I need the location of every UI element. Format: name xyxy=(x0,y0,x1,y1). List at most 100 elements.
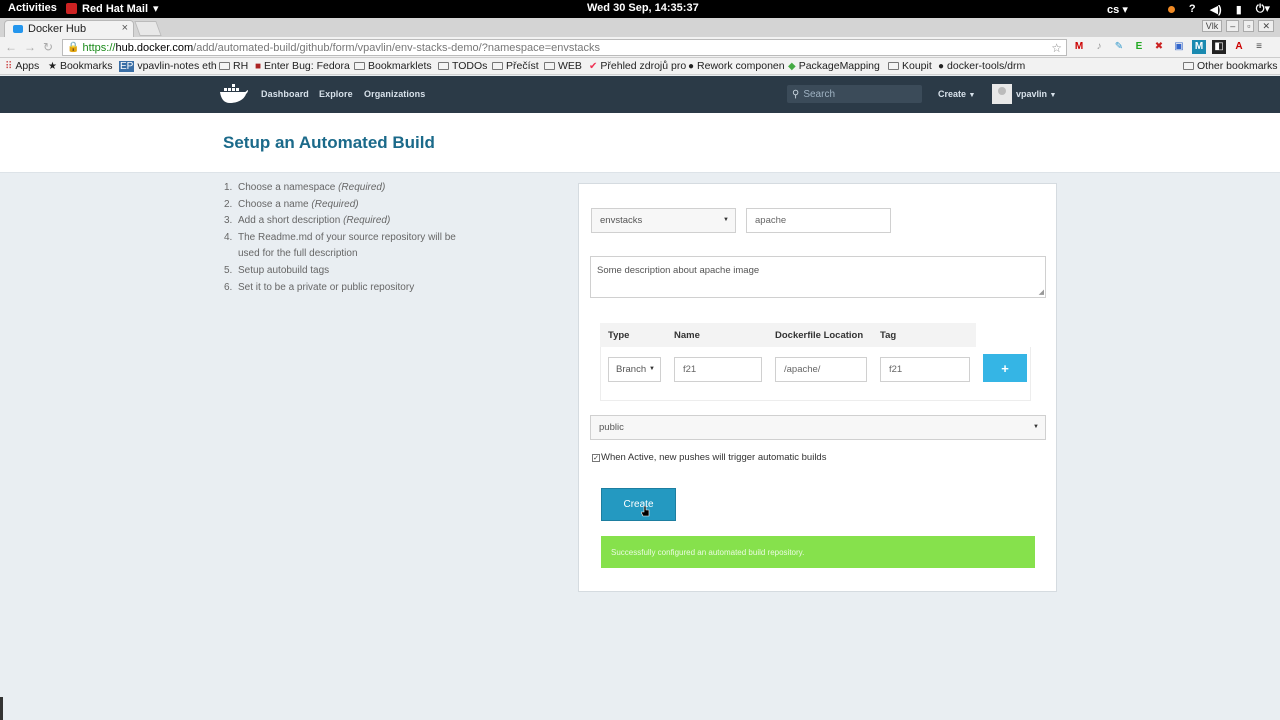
tool-extension-icon[interactable]: ✖ xyxy=(1152,40,1166,54)
bookmark-bookmarklets[interactable]: Bookmarklets xyxy=(354,60,432,72)
step-text: Choose a namespace (Required) xyxy=(238,180,474,197)
battery-icon[interactable]: ▮ xyxy=(1236,3,1242,16)
bookmark-apps[interactable]: ⠿ Apps xyxy=(5,60,39,72)
star-icon: ★ xyxy=(48,60,57,72)
short-description-textarea[interactable]: Some description about apache image ◢ xyxy=(590,256,1046,298)
browser-tab[interactable]: Docker Hub × xyxy=(4,20,134,37)
active-checkbox-label: When Active, new pushes will trigger aut… xyxy=(601,452,827,463)
step-text: Add a short description (Required) xyxy=(238,213,474,230)
step-label: Choose a namespace xyxy=(238,182,339,193)
bookmark-label: vpavlin-notes eth xyxy=(137,60,217,72)
pen-extension-icon[interactable]: ✎ xyxy=(1112,40,1126,54)
repository-name-value: apache xyxy=(755,215,787,226)
restore-icon[interactable]: ▫ xyxy=(1243,20,1255,32)
add-tag-button[interactable]: + xyxy=(983,354,1027,382)
required-note: (Required) xyxy=(343,215,391,227)
leaf-icon: ◆ xyxy=(788,60,796,72)
visibility-value: public xyxy=(599,422,624,433)
github-icon: ● xyxy=(688,60,695,72)
bookmark-bookmarks[interactable]: ★ Bookmarks xyxy=(48,60,112,72)
bookmark-todos[interactable]: TODOs xyxy=(438,60,487,72)
address-bar[interactable]: 🔒 https:// hub.docker.com /add/automated… xyxy=(62,39,1067,56)
system-tray: cs ▾ ? ◀) ▮ ⏻▾ xyxy=(1107,2,1270,16)
bookmark-precist[interactable]: Přečíst xyxy=(492,60,539,72)
branch-name-input[interactable]: f21 xyxy=(674,357,762,382)
ep-icon: EP xyxy=(119,60,135,72)
tab-close-icon[interactable]: × xyxy=(122,22,128,34)
bookmark-vpavlin-notes[interactable]: EP vpavlin-notes eth xyxy=(119,60,217,72)
create-button[interactable]: Create xyxy=(601,488,676,521)
activities-button[interactable]: Activities xyxy=(8,2,57,14)
bookmark-label: Bookmarklets xyxy=(368,60,432,72)
sound-icon[interactable]: ◀) xyxy=(1210,3,1222,16)
window-label: Vlk xyxy=(1201,20,1223,32)
bell-extension-icon[interactable]: ♪ xyxy=(1092,40,1106,54)
bookmark-rework[interactable]: ● Rework componen xyxy=(688,60,785,72)
docker-tag-value: f21 xyxy=(889,364,903,375)
chrome-menu-icon[interactable]: ≡ xyxy=(1252,40,1266,54)
namespace-select[interactable]: envstacks ▼ xyxy=(591,208,736,233)
power-menu-icon[interactable]: ⏻▾ xyxy=(1256,2,1270,16)
bookmark-packagemapping[interactable]: ◆ PackageMapping xyxy=(788,60,880,72)
search-input[interactable]: ⚲ Search xyxy=(787,85,922,103)
visibility-select[interactable]: public ▼ xyxy=(590,415,1046,440)
extension-icons: M ♪ ✎ E ✖ ▣ M ◧ A ≡ xyxy=(1072,40,1266,54)
create-menu[interactable]: Create ▼ xyxy=(938,89,975,99)
bookmark-label: TODOs xyxy=(452,60,488,72)
keyboard-layout[interactable]: cs ▾ xyxy=(1107,3,1128,16)
back-icon[interactable]: ← xyxy=(5,40,17,54)
window-controls: Vlk – ▫ ✕ xyxy=(1201,20,1274,32)
system-clock[interactable]: Wed 30 Sep, 14:35:37 xyxy=(587,2,699,14)
forward-icon[interactable]: → xyxy=(24,40,36,54)
m-extension-icon[interactable]: M xyxy=(1192,40,1206,54)
reload-icon[interactable]: ↻ xyxy=(43,40,53,54)
resize-grip-icon[interactable]: ◢ xyxy=(1039,288,1044,296)
list-item: 3. Add a short description (Required) xyxy=(224,213,474,230)
caret-down-icon: ▼ xyxy=(723,217,729,223)
hand-pointer-icon xyxy=(641,506,650,517)
gmail-extension-icon[interactable]: M xyxy=(1072,40,1086,54)
folder-icon xyxy=(354,62,365,70)
minimize-icon[interactable]: – xyxy=(1226,20,1240,32)
acrobat-extension-icon[interactable]: A xyxy=(1232,40,1246,54)
bookmark-prehled[interactable]: ✔ Přehled zdrojů pro xyxy=(589,60,686,72)
bookmark-label: RH xyxy=(233,60,249,72)
bookmark-rh[interactable]: RH xyxy=(219,60,248,72)
app-menu[interactable]: Red Hat Mail ▾ xyxy=(66,2,159,15)
dockerfile-location-value: /apache/ xyxy=(784,364,821,375)
dark-extension-icon[interactable]: ◧ xyxy=(1212,40,1226,54)
close-window-icon[interactable]: ✕ xyxy=(1258,20,1274,32)
bookmark-enter-bug[interactable]: ■ Enter Bug: Fedora xyxy=(255,60,350,72)
folder-icon xyxy=(544,62,555,70)
nav-explore[interactable]: Explore xyxy=(319,89,353,99)
screen-extension-icon[interactable]: ▣ xyxy=(1172,40,1186,54)
bookmark-docker-tools[interactable]: ● docker-tools/drm xyxy=(938,60,1025,72)
keyboard-layout-label: cs xyxy=(1107,3,1120,16)
bookmark-other[interactable]: Other bookmarks xyxy=(1183,60,1278,72)
folder-icon xyxy=(219,62,230,70)
plus-icon: + xyxy=(1001,360,1009,376)
active-checkbox[interactable]: ✓ xyxy=(592,453,600,462)
avatar[interactable] xyxy=(992,84,1012,104)
autobuild-tags-header: Type Name Dockerfile Location Tag xyxy=(600,323,976,347)
docker-logo-icon[interactable] xyxy=(219,84,249,104)
build-type-select[interactable]: Branch ▼ xyxy=(608,357,661,382)
bookmark-koupit[interactable]: Koupit xyxy=(888,60,932,72)
step-text: Choose a name (Required) xyxy=(238,197,474,214)
repository-name-input[interactable]: apache xyxy=(746,208,891,233)
new-tab-button[interactable] xyxy=(134,21,162,36)
docker-tag-input[interactable]: f21 xyxy=(880,357,970,382)
step-number: 1. xyxy=(224,182,233,193)
bookmark-star-icon[interactable]: ☆ xyxy=(1051,41,1062,55)
nav-organizations[interactable]: Organizations xyxy=(364,89,425,99)
evernote-extension-icon[interactable]: E xyxy=(1132,40,1146,54)
bookmark-web[interactable]: WEB xyxy=(544,60,582,72)
list-item: 2. Choose a name (Required) xyxy=(224,197,474,214)
dockerfile-location-input[interactable]: /apache/ xyxy=(775,357,867,382)
nav-dashboard[interactable]: Dashboard xyxy=(261,89,309,99)
app-name: Red Hat Mail xyxy=(82,2,149,15)
user-menu[interactable]: vpavlin ▼ xyxy=(1016,89,1056,99)
bookmark-label: PackageMapping xyxy=(798,60,880,72)
step-number: 4. xyxy=(224,231,233,243)
help-icon[interactable]: ? xyxy=(1189,3,1196,15)
